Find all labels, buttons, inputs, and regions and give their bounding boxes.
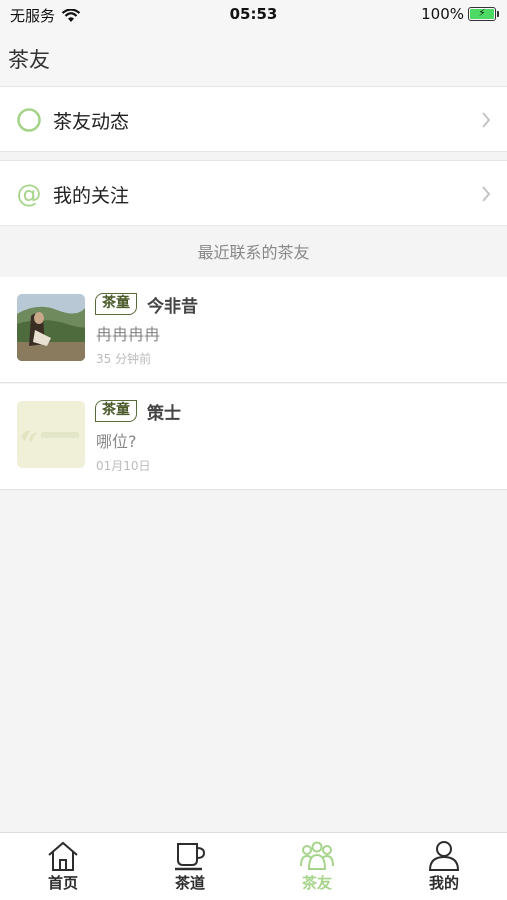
- chevron-right-icon: [482, 112, 491, 128]
- contact-name: 今非昔: [147, 297, 198, 317]
- page-title: 茶友: [8, 48, 50, 72]
- svg-text:@: @: [17, 181, 42, 207]
- circle-ring-icon: [17, 108, 41, 132]
- rank-badge: 茶童: [95, 400, 137, 422]
- status-bar: 无服务 05:53 100% ⚡: [0, 0, 507, 30]
- last-message: 冉冉冉冉: [96, 325, 161, 344]
- user-icon: [428, 841, 460, 871]
- tab-label: 茶友: [301, 874, 332, 892]
- menu-item-my-follows[interactable]: @ 我的关注: [0, 160, 507, 226]
- tab-label: 首页: [47, 874, 78, 892]
- battery-status: 100% ⚡: [421, 5, 499, 23]
- contact-name: 策士: [147, 404, 181, 424]
- menu-item-tea-friend-feed[interactable]: 茶友动态: [0, 86, 507, 152]
- battery-icon: ⚡: [468, 7, 496, 21]
- menu-item-label: 我的关注: [53, 185, 130, 207]
- avatar: [17, 401, 85, 468]
- menu-item-label: 茶友动态: [53, 111, 130, 133]
- nav-bar: 茶友: [0, 30, 507, 86]
- tab-tea-way[interactable]: 茶道: [127, 839, 253, 899]
- house-icon: [48, 841, 78, 871]
- chevron-right-icon: [482, 186, 491, 202]
- section-header-recent-contacts: 最近联系的茶友: [197, 243, 310, 262]
- tab-bar: 首页 茶道 茶友 我的: [0, 832, 507, 900]
- message-time: 35 分钟前: [96, 352, 152, 366]
- tab-label: 我的: [428, 874, 459, 892]
- battery-percent: 100%: [421, 5, 464, 23]
- last-message: 哪位?: [96, 432, 137, 451]
- friends-icon: [300, 841, 334, 870]
- avatar: [17, 294, 85, 361]
- tab-tea-friends[interactable]: 茶友: [254, 839, 380, 899]
- tab-label: 茶道: [174, 874, 205, 892]
- rank-badge: 茶童: [95, 293, 137, 315]
- contact-row[interactable]: 茶童 策士 哪位? 01月10日: [0, 384, 507, 490]
- message-time: 01月10日: [96, 459, 151, 473]
- tab-home[interactable]: 首页: [0, 839, 126, 899]
- at-sign-icon: @: [17, 181, 42, 207]
- tea-cup-icon: [175, 843, 206, 871]
- contact-row[interactable]: 茶童 今非昔 冉冉冉冉 35 分钟前: [0, 277, 507, 383]
- tab-me[interactable]: 我的: [381, 839, 507, 899]
